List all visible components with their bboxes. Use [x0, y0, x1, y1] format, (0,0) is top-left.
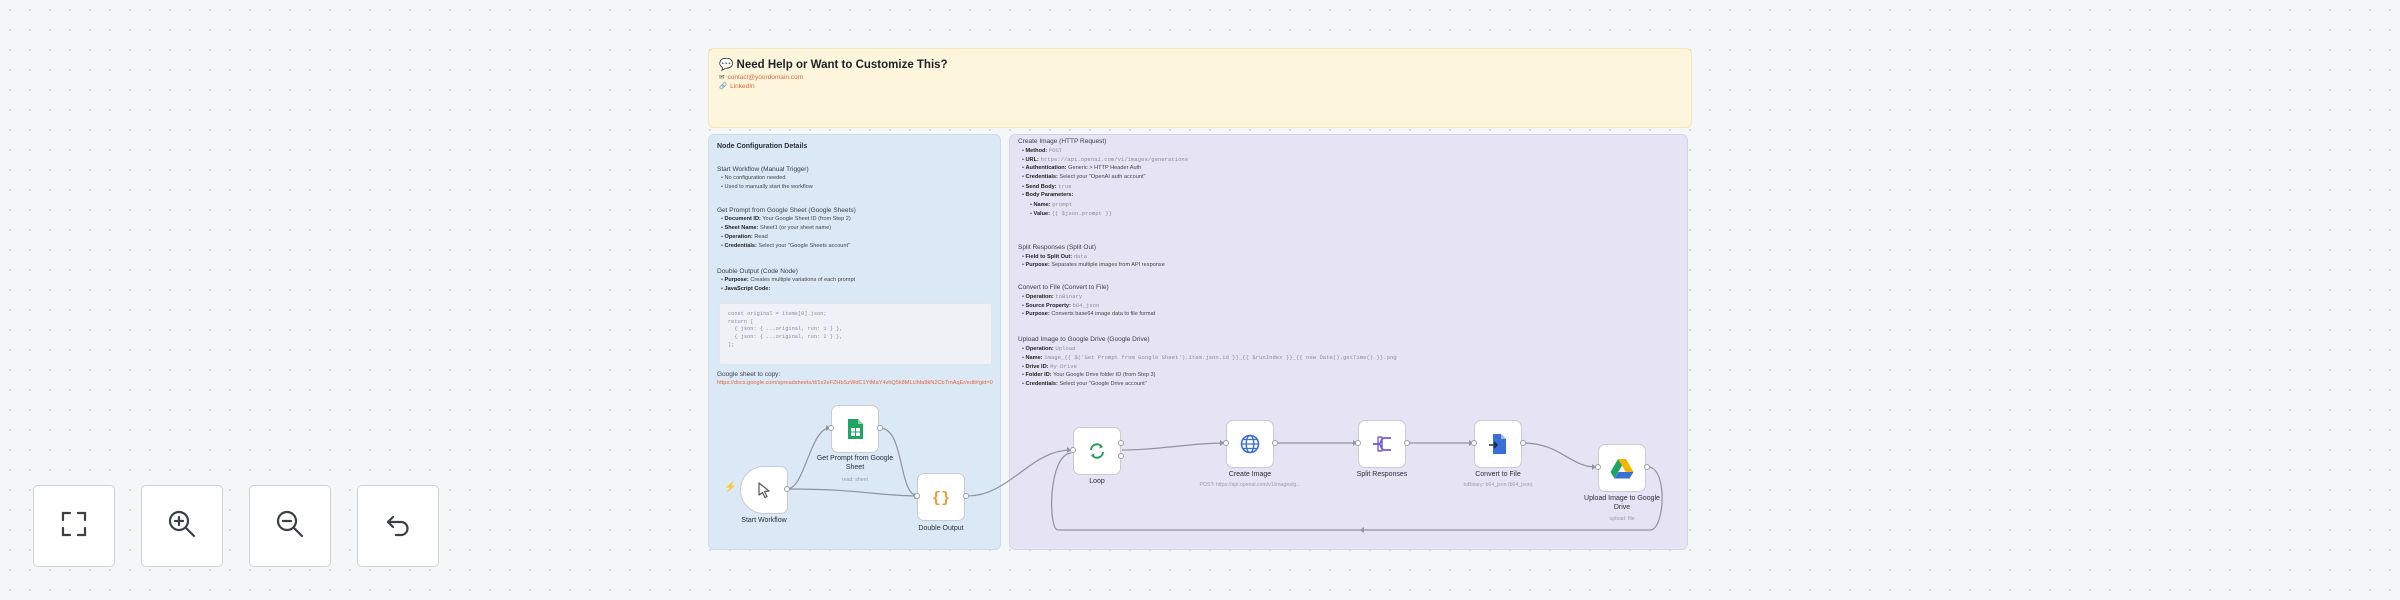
- output-handle[interactable]: [1520, 440, 1526, 446]
- node-create-image[interactable]: [1226, 420, 1274, 468]
- output-handle[interactable]: [963, 493, 969, 499]
- node-label: Convert to File: [1475, 471, 1521, 478]
- input-handle[interactable]: [828, 425, 834, 431]
- connection-convert-upload: [1522, 442, 1597, 468]
- output-handle[interactable]: [877, 425, 883, 431]
- node-label: Split Responses: [1356, 471, 1408, 478]
- node-start-workflow[interactable]: [740, 466, 788, 514]
- node-subtitle: toBinary: b64_json (b64_json): [1463, 482, 1533, 488]
- file-convert-icon: [1488, 433, 1508, 455]
- output-handle[interactable]: [784, 486, 790, 492]
- node-label: Double Output: [918, 525, 964, 532]
- loop-output-handle[interactable]: [1118, 453, 1124, 459]
- output-handle[interactable]: [1272, 440, 1278, 446]
- node-subtitle: upload: file: [1609, 516, 1635, 522]
- zoom-out-button[interactable]: [249, 485, 331, 567]
- loop-arrows-icon: [1087, 441, 1107, 461]
- google-drive-icon: [1610, 458, 1634, 479]
- input-handle[interactable]: [1471, 440, 1477, 446]
- reset-zoom-button[interactable]: [357, 485, 439, 567]
- trigger-bolt-icon: ⚡: [724, 482, 737, 493]
- input-handle[interactable]: [1223, 440, 1229, 446]
- zoom-in-icon: [166, 508, 198, 545]
- node-label: Get Prompt from Google Sheet: [816, 455, 894, 471]
- node-get-prompt-google-sheet[interactable]: [831, 405, 879, 453]
- connection-loop-create: [1121, 442, 1225, 451]
- connection-start-double: [786, 488, 919, 497]
- globe-icon: [1239, 433, 1261, 455]
- input-handle[interactable]: [1595, 464, 1601, 470]
- svg-text:{}: {}: [932, 490, 950, 506]
- node-label: Loop: [1089, 478, 1105, 485]
- done-output-handle[interactable]: [1118, 440, 1124, 446]
- google-sheets-icon: [846, 418, 864, 440]
- input-handle[interactable]: [914, 493, 920, 499]
- node-loop[interactable]: [1073, 427, 1121, 475]
- node-double-output[interactable]: {}: [917, 473, 965, 521]
- loop-back-arrow-head: [1360, 527, 1364, 533]
- node-subtitle: read: sheet: [842, 477, 868, 483]
- fit-view-button[interactable]: [33, 485, 115, 567]
- output-handle[interactable]: [1644, 464, 1650, 470]
- output-handle[interactable]: [1404, 440, 1410, 446]
- input-handle[interactable]: [1070, 447, 1076, 453]
- zoom-in-button[interactable]: [141, 485, 223, 567]
- code-braces-icon: {}: [930, 488, 952, 506]
- cursor-click-icon: [754, 480, 774, 500]
- zoom-out-icon: [274, 508, 306, 545]
- workflow-canvas[interactable]: 💬 Need Help or Want to Customize This? ✉…: [0, 0, 2400, 600]
- fit-view-icon: [59, 509, 89, 544]
- node-convert-to-file[interactable]: [1474, 420, 1522, 468]
- node-split-responses[interactable]: [1358, 420, 1406, 468]
- node-subtitle: POST: https://api.openai.com/v1/images/g…: [1199, 482, 1301, 488]
- undo-icon: [383, 509, 413, 544]
- node-label: Create Image: [1228, 471, 1272, 478]
- node-label: Start Workflow: [741, 517, 787, 524]
- split-out-icon: [1371, 434, 1393, 454]
- node-label: Upload Image to Google Drive: [1584, 495, 1660, 511]
- input-handle[interactable]: [1355, 440, 1361, 446]
- node-upload-google-drive[interactable]: [1598, 444, 1646, 492]
